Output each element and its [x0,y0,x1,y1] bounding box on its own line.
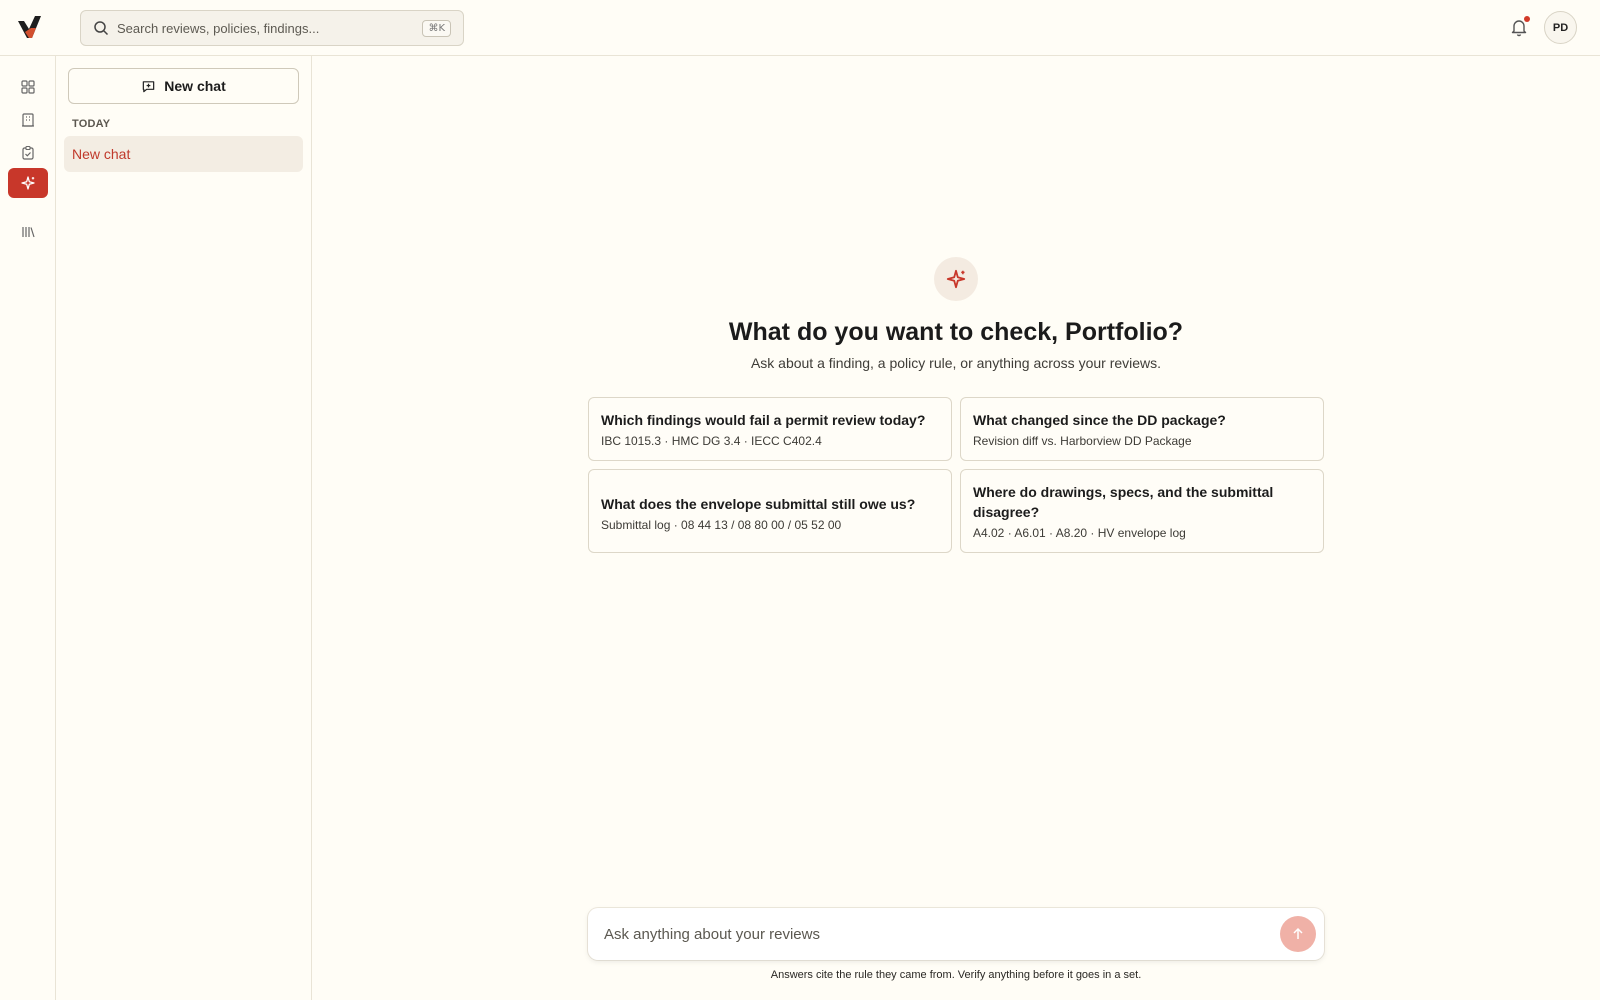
assistant-hero-icon [934,257,978,301]
suggestion-refs: Submittal log · 08 44 13 / 08 80 00 / 05… [601,518,842,532]
notifications-button[interactable] [1508,16,1530,38]
suggestion-card[interactable]: Which findings would fail a permit revie… [588,397,952,461]
search-icon [93,20,109,36]
app-logo[interactable] [14,12,44,42]
page-subtitle: Ask about a finding, a policy rule, or a… [750,355,1162,371]
arrow-up-icon [1293,927,1303,939]
nav-assistant[interactable] [8,168,48,198]
suggestion-question: What does the envelope submittal still o… [601,496,916,512]
suggestion-refs: A4.02 · A6.01 · A8.20 · HV envelope log [973,526,1186,540]
building-icon [22,113,34,127]
new-chat-label: New chat [164,78,226,94]
suggestion-card[interactable]: Where do drawings, specs, and the submit… [960,469,1324,553]
library-icon [22,227,35,238]
notification-dot [1524,16,1530,22]
chat-composer[interactable]: Ask anything about your reviews [588,908,1324,960]
suggestion-card[interactable]: What does the envelope submittal still o… [588,469,952,553]
new-chat-button[interactable]: New chat [68,68,299,104]
top-bar: Search reviews, policies, findings... ⌘K… [0,0,1600,56]
nav-dashboard[interactable] [8,72,48,102]
sparkle-icon [21,176,35,190]
nav-projects[interactable] [8,105,48,135]
search-placeholder: Search reviews, policies, findings... [117,20,320,36]
send-button[interactable] [1280,916,1316,952]
suggestion-refs: Revision diff vs. Harborview DD Package [973,434,1192,448]
clipboard-check-icon [22,145,34,160]
sparkle-icon [946,269,966,289]
suggestion-question: Which findings would fail a permit revie… [601,412,926,428]
page-title: What do you want to check, Portfolio? [728,318,1184,346]
chat-list-item[interactable]: New chat [64,136,303,172]
message-plus-icon [143,80,155,92]
section-label-today: TODAY [72,118,111,130]
global-search-input[interactable]: Search reviews, policies, findings... ⌘K [80,10,464,46]
nav-reviews[interactable] [8,138,48,168]
composer-input[interactable]: Ask anything about your reviews [604,926,1280,943]
suggestion-card[interactable]: What changed since the DD package? Revis… [960,397,1324,461]
grid-icon [21,80,35,94]
nav-library[interactable] [8,217,48,247]
nav-rail [0,56,56,1000]
suggestion-question: Where do drawings, specs, and the submit… [973,484,1274,520]
user-avatar[interactable]: PD [1544,11,1577,44]
composer-disclaimer: Answers cite the rule they came from. Ve… [770,969,1142,981]
chat-sidebar: New chat TODAY New chat [56,56,312,1000]
shortcut-hint: ⌘K [422,19,451,37]
suggestion-refs: IBC 1015.3 · HMC DG 3.4 · IECC C402.4 [601,434,822,448]
suggestion-question: What changed since the DD package? [973,412,1226,428]
